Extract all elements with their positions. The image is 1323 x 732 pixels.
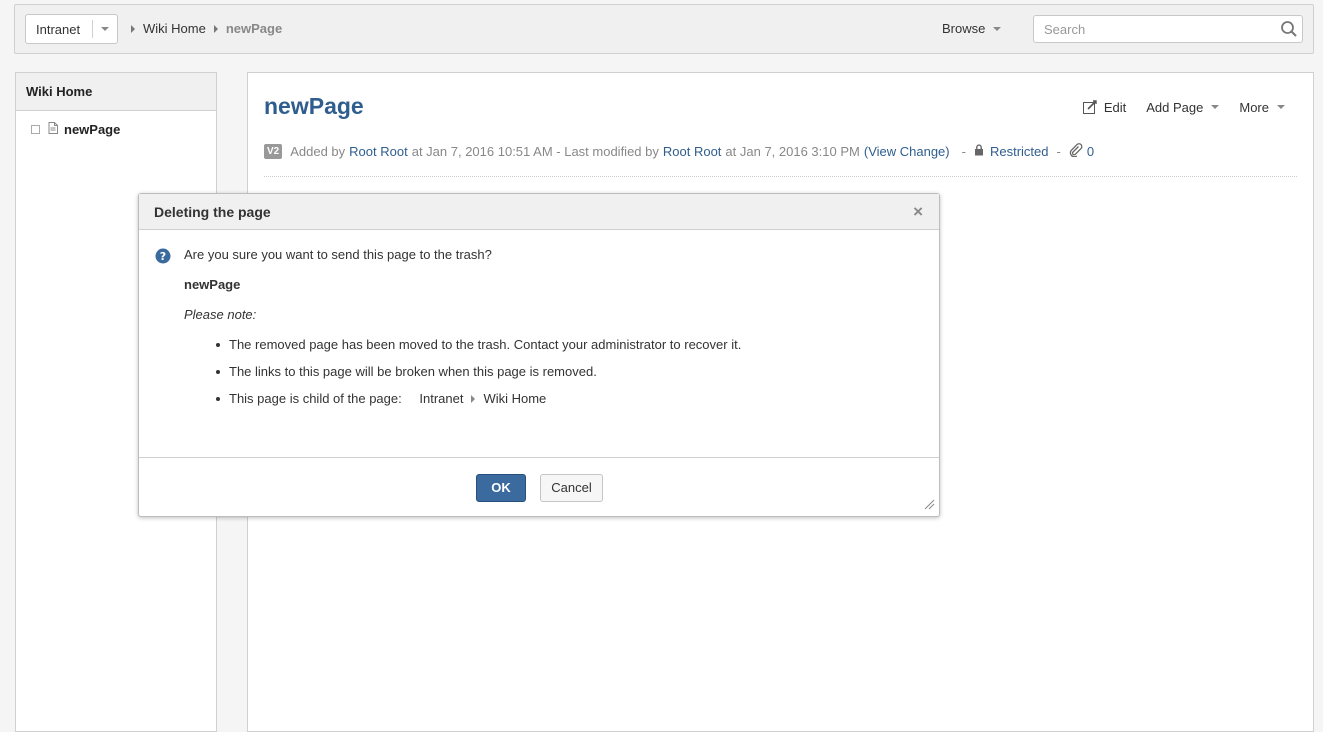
breadcrumb-arrow-icon xyxy=(213,24,218,33)
search-icon[interactable] xyxy=(1280,20,1298,41)
search-input[interactable] xyxy=(1034,16,1264,42)
lock-icon xyxy=(974,144,984,159)
question-icon: ? xyxy=(155,248,171,267)
ok-button[interactable]: OK xyxy=(476,474,526,502)
browse-menu[interactable]: Browse xyxy=(942,21,1002,36)
space-switcher-label: Intranet xyxy=(36,21,81,37)
page-actions: Edit Add Page More xyxy=(1062,99,1285,115)
attachments-count-link[interactable]: 0 xyxy=(1087,144,1094,159)
edit-icon xyxy=(1082,100,1097,114)
restricted-link[interactable]: Restricted xyxy=(990,144,1049,159)
target-page-name: newPage xyxy=(184,277,241,292)
note-text: The links to this page will be broken wh… xyxy=(229,364,597,379)
add-page-label: Add Page xyxy=(1146,99,1204,115)
more-label: More xyxy=(1239,99,1269,115)
modifier-link[interactable]: Root Root xyxy=(663,144,722,159)
chevron-down-icon xyxy=(1211,105,1220,109)
added-by-prefix: Added by xyxy=(290,144,346,159)
tree-item-label: newPage xyxy=(64,121,121,137)
edit-button[interactable]: Edit xyxy=(1082,99,1126,115)
attachment-icon xyxy=(1069,143,1083,160)
creator-link[interactable]: Root Root xyxy=(349,144,408,159)
note-text: The removed page has been moved to the t… xyxy=(229,337,742,352)
close-icon[interactable]: × xyxy=(913,203,923,220)
resize-handle-icon[interactable] xyxy=(924,498,935,513)
version-badge: V2 xyxy=(264,144,283,159)
notes-list: The removed page has been moved to the t… xyxy=(215,337,742,418)
breadcrumb-current-page: newPage xyxy=(225,21,283,36)
note-label: Please note: xyxy=(184,307,257,322)
page-title: newPage xyxy=(264,93,364,119)
list-item: This page is child of the page: Intranet… xyxy=(215,391,741,418)
page-metadata: V2 Added by Root Root at Jan 7, 2016 10:… xyxy=(264,143,1094,160)
top-navigation-bar: Intranet Wiki Home newPage Browse xyxy=(14,4,1314,54)
chevron-down-icon xyxy=(1277,105,1285,109)
dialog-footer: OK Cancel xyxy=(139,457,939,517)
meta-separator: - xyxy=(1056,144,1061,159)
tree-item-newpage[interactable]: newPage xyxy=(31,119,216,139)
modified-at-text: at Jan 7, 2016 3:10 PM xyxy=(725,144,860,159)
svg-text:?: ? xyxy=(160,250,166,263)
list-item: The removed page has been moved to the t… xyxy=(215,337,742,364)
dialog-body: ? Are you sure you want to send this pag… xyxy=(139,230,939,458)
space-switcher[interactable]: Intranet xyxy=(25,14,118,44)
meta-separator: - xyxy=(961,144,966,159)
dialog-title: Deleting the page xyxy=(154,204,271,220)
list-item: The links to this page will be broken wh… xyxy=(215,364,741,391)
breadcrumb: Wiki Home newPage xyxy=(123,21,282,36)
parent-path-page: Wiki Home xyxy=(483,391,547,406)
add-page-button[interactable]: Add Page xyxy=(1146,99,1220,115)
confirm-question: Are you sure you want to send this page … xyxy=(184,247,492,262)
created-at-text: at Jan 7, 2016 10:51 AM - Last modified … xyxy=(411,144,659,159)
dialog-header: Deleting the page × xyxy=(139,194,939,230)
content-divider xyxy=(264,176,1297,177)
view-change-link[interactable]: (View Change) xyxy=(864,144,950,159)
breadcrumb-arrow-icon xyxy=(131,24,135,33)
edit-label: Edit xyxy=(1103,99,1127,115)
breadcrumb-arrow-icon xyxy=(471,394,476,403)
chevron-down-icon xyxy=(993,26,1002,31)
browse-label: Browse xyxy=(942,21,986,36)
delete-page-dialog: Deleting the page × ? Are you sure you w… xyxy=(138,193,940,517)
search-box xyxy=(1033,15,1303,43)
sidebar-title[interactable]: Wiki Home xyxy=(16,73,216,111)
space-switcher-separator xyxy=(92,20,93,38)
more-button[interactable]: More xyxy=(1239,100,1285,115)
chevron-down-icon[interactable] xyxy=(101,27,109,31)
parent-page-breadcrumb: Intranet Wiki Home xyxy=(419,391,546,406)
document-icon xyxy=(48,121,58,137)
breadcrumb-wiki-home[interactable]: Wiki Home xyxy=(143,21,206,36)
cancel-button[interactable]: Cancel xyxy=(540,474,603,502)
tree-node-checkbox[interactable] xyxy=(31,124,40,134)
parent-path-space: Intranet xyxy=(419,391,464,406)
note-text: This page is child of the page: xyxy=(229,391,402,406)
